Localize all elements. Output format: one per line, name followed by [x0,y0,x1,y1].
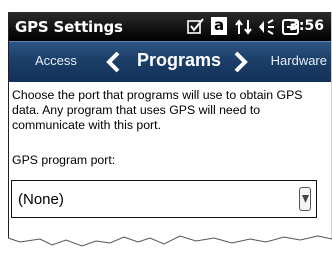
dropdown-arrow-icon [302,195,309,203]
connectivity-arrows-icon[interactable] [234,18,254,41]
chevron-left-icon[interactable] [105,51,121,78]
torn-edge-shadow [0,235,332,269]
keyboard-a-icon[interactable]: a [211,16,227,35]
screen-left-border [8,12,9,250]
tab-hardware[interactable]: Hardware [271,53,327,68]
title-bar: GPS Settings a 3:56 [9,12,331,41]
keyboard-letter: a [214,16,225,34]
tab-programs: Programs [137,50,222,70]
chevron-right-icon[interactable] [233,51,249,78]
device-screen: GPS Settings a 3:56 Access Programs Hard… [0,0,332,269]
tab-access[interactable]: Access [35,53,77,68]
tab-navigation-bar: Access Programs Hardware [9,41,331,82]
gps-program-port-select[interactable]: (None) [11,180,317,218]
description-text: Choose the port that programs will use t… [12,88,303,132]
port-select-value: (None) [18,191,64,208]
volume-icon[interactable] [257,17,277,42]
clock[interactable]: 3:56 [289,18,324,34]
dropdown-button[interactable] [299,187,311,211]
port-label: GPS program port: [12,153,116,167]
app-title: GPS Settings [15,18,123,36]
checkbox-icon[interactable] [187,18,205,40]
